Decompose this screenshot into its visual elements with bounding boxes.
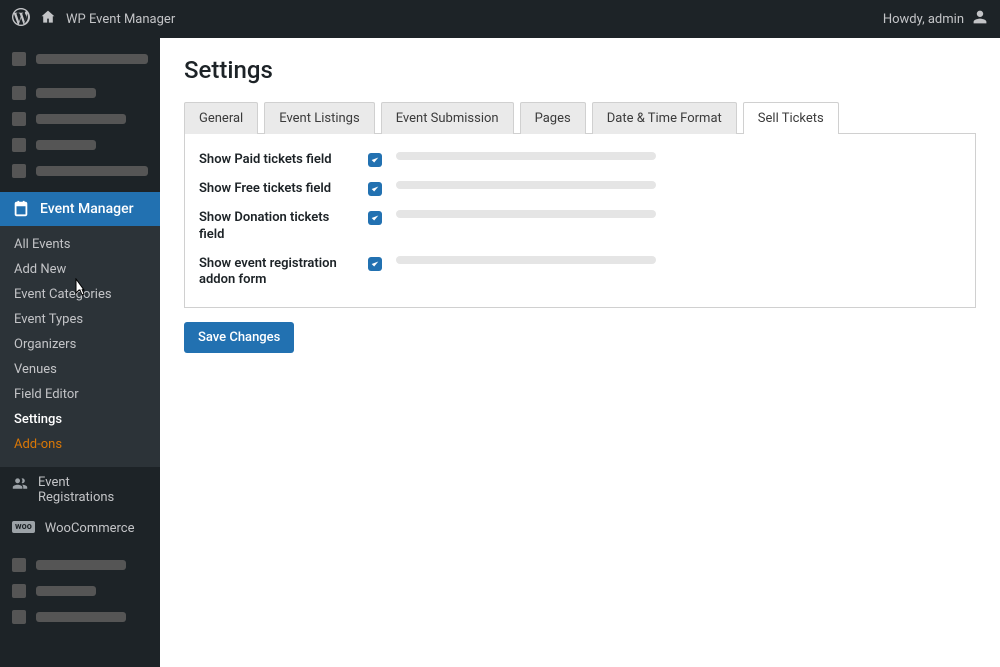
check-icon (370, 184, 380, 194)
field-desc (396, 256, 961, 264)
tab-pages[interactable]: Pages (520, 102, 586, 134)
submenu-addons[interactable]: Add-ons (0, 432, 160, 457)
users-icon (12, 476, 28, 492)
tab-general[interactable]: General (184, 102, 258, 134)
menu-placeholder (0, 604, 160, 630)
save-button[interactable]: Save Changes (184, 322, 294, 353)
menu-placeholder (0, 552, 160, 578)
home-icon[interactable] (40, 9, 56, 29)
submenu-event-types[interactable]: Event Types (0, 307, 160, 332)
submenu-organizers[interactable]: Organizers (0, 332, 160, 357)
settings-panel: Show Paid tickets field Show Free ticket… (184, 133, 976, 308)
tab-event-submission[interactable]: Event Submission (381, 102, 514, 134)
check-icon (370, 155, 380, 165)
field-desc (396, 152, 961, 160)
menu-placeholder (0, 158, 160, 184)
menu-placeholder (0, 80, 160, 106)
field-label: Show Paid tickets field (199, 152, 354, 169)
menu-label: WooCommerce (45, 521, 135, 536)
menu-label: Event Manager (40, 201, 134, 217)
field-desc (396, 210, 961, 218)
tabs: General Event Listings Event Submission … (184, 102, 976, 134)
field-label: Show event registration addon form (199, 256, 354, 290)
menu-label: Event Registrations (38, 475, 148, 505)
admin-bar: WP Event Manager Howdy, admin (0, 0, 1000, 38)
menu-woocommerce[interactable]: woo WooCommerce (0, 513, 160, 544)
field-row: Show Free tickets field (199, 181, 961, 198)
tab-event-listings[interactable]: Event Listings (264, 102, 374, 134)
tab-date-time[interactable]: Date & Time Format (592, 102, 737, 134)
howdy-text[interactable]: Howdy, admin (883, 12, 964, 27)
submenu-event-categories[interactable]: Event Categories (0, 282, 160, 307)
submenu-field-editor[interactable]: Field Editor (0, 382, 160, 407)
menu-event-manager[interactable]: Event Manager (0, 192, 160, 226)
submenu-settings[interactable]: Settings (0, 407, 160, 432)
wordpress-icon[interactable] (12, 8, 30, 30)
field-row: Show event registration addon form (199, 256, 961, 290)
check-icon (370, 213, 380, 223)
submenu-venues[interactable]: Venues (0, 357, 160, 382)
menu-placeholder (0, 132, 160, 158)
content-area: Settings General Event Listings Event Su… (160, 38, 1000, 667)
woo-icon: woo (12, 521, 35, 533)
menu-placeholder (0, 578, 160, 604)
site-name[interactable]: WP Event Manager (66, 12, 175, 27)
page-title: Settings (184, 56, 976, 84)
field-desc (396, 181, 961, 189)
checkbox-registration-addon[interactable] (368, 257, 382, 271)
checkbox-donation-tickets[interactable] (368, 211, 382, 225)
field-label: Show Free tickets field (199, 181, 354, 198)
user-icon[interactable] (972, 9, 988, 29)
tab-sell-tickets[interactable]: Sell Tickets (743, 102, 839, 134)
checkbox-free-tickets[interactable] (368, 182, 382, 196)
admin-sidebar: Event Manager All Events Add New Event C… (0, 38, 160, 667)
submenu-add-new[interactable]: Add New (0, 257, 160, 282)
check-icon (370, 259, 380, 269)
submenu-all-events[interactable]: All Events (0, 232, 160, 257)
field-row: Show Donation tickets field (199, 210, 961, 244)
menu-event-registrations[interactable]: Event Registrations (0, 467, 160, 513)
field-row: Show Paid tickets field (199, 152, 961, 169)
menu-placeholder (0, 46, 160, 72)
checkbox-paid-tickets[interactable] (368, 153, 382, 167)
calendar-icon (12, 200, 30, 218)
field-label: Show Donation tickets field (199, 210, 354, 244)
submenu: All Events Add New Event Categories Even… (0, 226, 160, 467)
menu-placeholder (0, 106, 160, 132)
